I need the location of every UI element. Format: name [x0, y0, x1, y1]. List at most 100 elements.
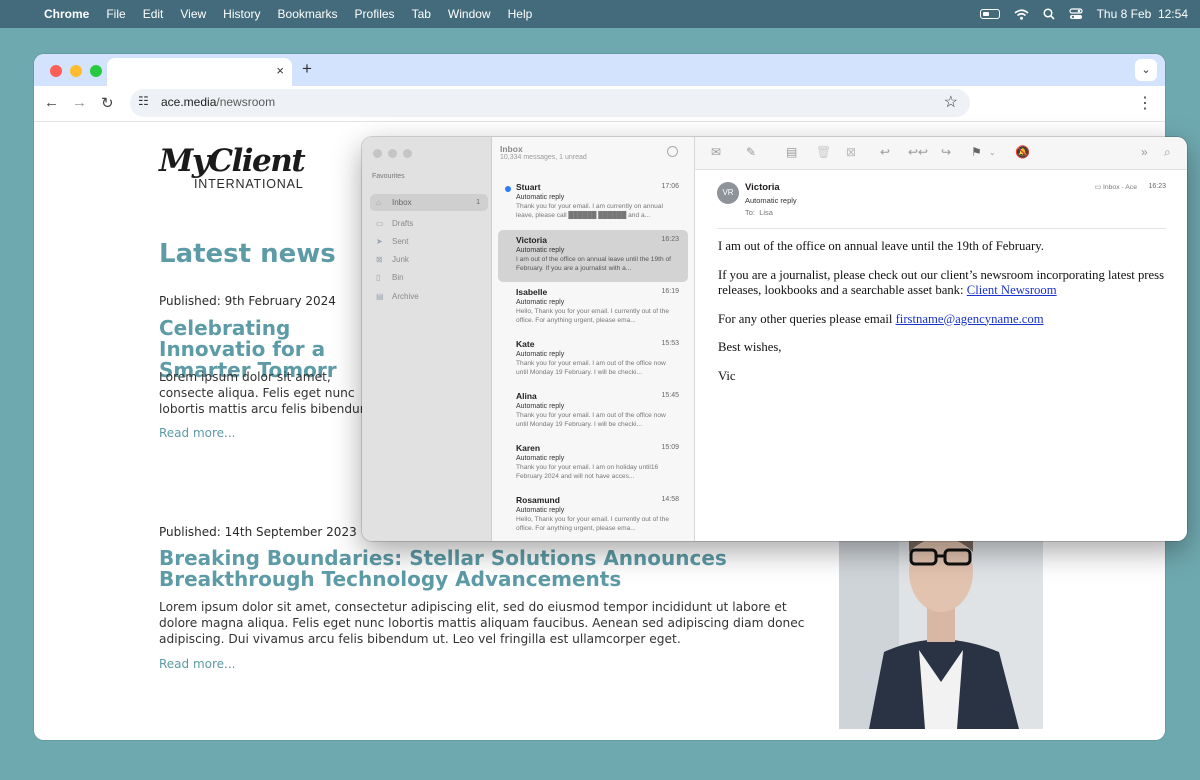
message-item[interactable]: Karen 15:09 Automatic reply Thank you fo… — [498, 438, 688, 490]
mail-zoom-button[interactable] — [403, 149, 412, 158]
article-2-headline[interactable]: Breaking Boundaries: Stellar Solutions A… — [159, 548, 809, 590]
battery-icon[interactable] — [979, 9, 1000, 19]
article-2-photo[interactable] — [839, 532, 1043, 729]
body-signature: Vic — [718, 368, 736, 383]
browser-tab-active[interactable]: × — [107, 58, 292, 86]
message-sender: Alina — [516, 391, 537, 401]
browser-toolbar: ← → ↻ ☷ ace.media/newsroom ☆ ⋮ — [34, 86, 1165, 122]
message-item[interactable]: Alina 15:45 Automatic reply Thank you fo… — [498, 386, 688, 438]
back-icon[interactable]: ← — [44, 94, 59, 111]
sidebar-item-label: Drafts — [392, 219, 414, 228]
menu-window[interactable]: Window — [448, 7, 491, 21]
menu-edit[interactable]: Edit — [143, 7, 164, 21]
message-preview: Thank you for your email. I am currently… — [516, 203, 663, 219]
reader-recipients: To: Lisa — [745, 208, 773, 217]
mail-sidebar: Favourites ⌂ Inbox 1 ▭ Drafts ➤ Sent ⊠ J… — [362, 137, 492, 541]
menu-file[interactable]: File — [106, 7, 125, 21]
sender-avatar: VR — [717, 182, 739, 204]
email-link[interactable]: firstname@agencyname.com — [896, 312, 1044, 326]
sidebar-item-inbox[interactable]: ⌂ Inbox 1 — [370, 194, 488, 211]
control-center-icon[interactable] — [1068, 8, 1083, 20]
menu-view[interactable]: View — [180, 7, 206, 21]
reader-mailbox-label: Inbox - Ace — [1102, 184, 1137, 191]
menu-clock[interactable]: Thu 8 Feb 12:54 — [1097, 7, 1188, 21]
reader-time: 16:23 — [1148, 183, 1166, 190]
chrome-menu-icon[interactable]: ⋮ — [1137, 93, 1153, 113]
tab-search-chevron-icon[interactable]: ⌄ — [1135, 59, 1157, 81]
sidebar-item-junk[interactable]: ⊠ Junk — [370, 251, 488, 268]
to-name[interactable]: Lisa — [759, 208, 773, 217]
junk-icon: ⊠ — [376, 255, 383, 264]
message-subject: Automatic reply — [516, 455, 565, 462]
more-toolbar-icon[interactable]: » — [1141, 145, 1148, 159]
forward-icon[interactable]: → — [72, 94, 87, 111]
bookmark-star-icon[interactable]: ☆ — [944, 92, 958, 112]
sent-icon: ➤ — [376, 237, 383, 246]
reader-sender[interactable]: Victoria — [745, 182, 780, 193]
menu-bookmarks[interactable]: Bookmarks — [278, 7, 338, 21]
article-2-body: Lorem ipsum dolor sit amet, consectetur … — [159, 600, 805, 646]
message-sender: Kate — [516, 339, 535, 349]
menu-app-name[interactable]: Chrome — [44, 7, 89, 21]
trash-icon[interactable]: 🗑 — [816, 145, 831, 159]
minimize-window-button[interactable] — [70, 65, 82, 77]
message-item[interactable]: Stuart 17:06 Automatic reply Thank you f… — [498, 177, 688, 229]
message-item-selected[interactable]: Victoria 16:23 Automatic reply I am out … — [498, 230, 688, 282]
menu-history[interactable]: History — [223, 7, 260, 21]
mail-search-icon[interactable]: ⌕ — [1164, 145, 1171, 160]
message-subject: Automatic reply — [516, 351, 565, 358]
wifi-icon[interactable] — [1014, 8, 1029, 20]
message-preview: Thank you for your email. I am on holida… — [516, 464, 659, 480]
body-paragraph: Best wishes, — [718, 340, 782, 354]
menu-profiles[interactable]: Profiles — [355, 7, 395, 21]
sidebar-item-archive[interactable]: ▤ Archive — [370, 288, 488, 305]
close-tab-icon[interactable]: × — [276, 63, 284, 78]
mute-bell-icon[interactable]: 🔕 — [1015, 145, 1030, 159]
message-time: 16:23 — [661, 236, 679, 243]
message-subject: Automatic reply — [516, 507, 565, 514]
reply-icon[interactable]: ↩ — [880, 145, 890, 159]
flag-menu-chevron-icon[interactable]: ⌄ — [989, 148, 996, 157]
article-1-read-more-link[interactable]: Read more... — [159, 426, 236, 440]
reply-all-icon[interactable]: ↩↩ — [908, 145, 928, 159]
article-2-read-more-link[interactable]: Read more... — [159, 657, 236, 671]
body-paragraph: I am out of the office on annual leave u… — [718, 239, 1044, 253]
search-icon[interactable] — [1043, 8, 1055, 20]
sidebar-item-sent[interactable]: ➤ Sent — [370, 233, 488, 250]
message-item[interactable]: Isabelle 16:19 Automatic reply Hello, Th… — [498, 282, 688, 334]
reload-icon[interactable]: ↻ — [101, 94, 114, 112]
body-text: For any other queries please email — [718, 311, 896, 326]
compose-icon[interactable]: ✎ — [746, 145, 756, 159]
mail-minimize-button[interactable] — [388, 149, 397, 158]
get-mail-icon[interactable]: ✉ — [711, 145, 721, 159]
flag-icon[interactable]: ⚑ — [971, 145, 982, 159]
sidebar-item-label: Archive — [392, 292, 419, 301]
message-item[interactable]: Rosamund 14:58 Automatic reply Hello, Th… — [498, 490, 688, 541]
message-preview: I am out of the office on annual leave u… — [516, 256, 671, 272]
url-domain: ace.media — [161, 95, 217, 109]
site-info-icon[interactable]: ☷ — [138, 94, 149, 108]
sidebar-item-bin[interactable]: ▯ Bin — [370, 269, 488, 286]
menu-help[interactable]: Help — [508, 7, 533, 21]
new-tab-button[interactable]: + — [302, 59, 312, 79]
archive-icon[interactable]: ▤ — [786, 145, 797, 159]
forward-icon[interactable]: ↪ — [941, 145, 951, 159]
zoom-window-button[interactable] — [90, 65, 102, 77]
url-text[interactable]: ace.media/newsroom — [161, 95, 275, 109]
message-time: 15:53 — [661, 340, 679, 347]
filter-icon[interactable] — [667, 146, 678, 157]
site-logo[interactable]: MyClient INTERNATIONAL — [159, 144, 306, 191]
message-list: Inbox 10,334 messages, 1 unread Stuart 1… — [492, 137, 695, 541]
menu-tab[interactable]: Tab — [412, 7, 431, 21]
address-bar[interactable]: ☷ ace.media/newsroom ☆ — [130, 89, 970, 117]
inbox-icon: ⌂ — [376, 198, 381, 207]
message-subject: Automatic reply — [516, 403, 565, 410]
message-item[interactable]: Kate 15:53 Automatic reply Thank you for… — [498, 334, 688, 386]
newsroom-link[interactable]: Client Newsroom — [967, 283, 1057, 297]
close-window-button[interactable] — [50, 65, 62, 77]
reader-subject: Automatic reply — [745, 196, 797, 205]
message-sender: Victoria — [516, 235, 548, 245]
mail-close-button[interactable] — [373, 149, 382, 158]
junk-icon[interactable]: ⊠ — [846, 145, 856, 159]
sidebar-item-drafts[interactable]: ▭ Drafts — [370, 215, 488, 232]
